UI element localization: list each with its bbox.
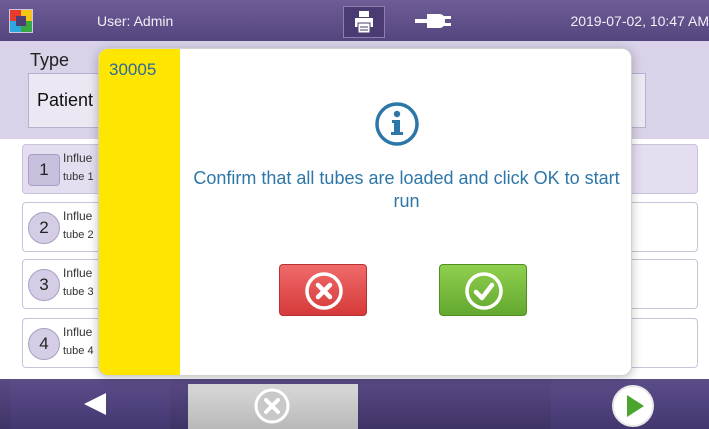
tube-label: tube 1 — [63, 171, 94, 183]
tube-number: 1 — [28, 154, 60, 186]
top-bar: User: Admin 2019-07-02, 10:47 AM — [0, 0, 709, 41]
type-label: Type — [30, 50, 70, 70]
printer-icon — [355, 11, 373, 33]
tube-number: 3 — [28, 269, 60, 301]
dialog-ok-button[interactable] — [439, 264, 527, 316]
close-circle-icon — [305, 272, 343, 310]
tube-label: tube 4 — [63, 345, 94, 357]
back-button[interactable] — [10, 379, 170, 429]
tube-name: Influe — [63, 151, 93, 165]
tube-name: Influe — [63, 325, 93, 339]
user-label: User: Admin — [97, 13, 174, 29]
cancel-circle-icon — [254, 388, 290, 424]
tube-number: 2 — [28, 212, 60, 244]
datetime: 2019-07-02, 10:47 AM — [570, 13, 709, 29]
cancel-run-button[interactable] — [188, 384, 358, 429]
play-next-icon — [612, 385, 654, 427]
confirm-dialog: 30005 Confirm that all tubes are loaded … — [98, 48, 632, 376]
start-run-button[interactable] — [551, 379, 709, 429]
tube-name: Influe — [63, 266, 93, 280]
tube-label: tube 2 — [63, 229, 94, 241]
tube-name: Influe — [63, 209, 93, 223]
check-circle-icon — [465, 272, 503, 310]
tube-number: 4 — [28, 328, 60, 360]
dialog-stripe: 30005 — [99, 49, 180, 375]
tube-label: tube 3 — [63, 286, 94, 298]
back-arrow-icon — [84, 393, 106, 415]
message-code: 30005 — [109, 60, 157, 79]
dialog-message: Confirm that all tubes are loaded and cl… — [193, 168, 620, 211]
dialog-cancel-button[interactable] — [279, 264, 367, 316]
print-button[interactable] — [343, 6, 385, 38]
app-logo — [9, 9, 33, 33]
power-plug-icon — [415, 14, 451, 28]
bottom-bar — [0, 379, 709, 429]
info-icon — [375, 102, 419, 146]
patient-label: Patient — [37, 90, 94, 110]
power-status-button[interactable] — [398, 6, 468, 36]
